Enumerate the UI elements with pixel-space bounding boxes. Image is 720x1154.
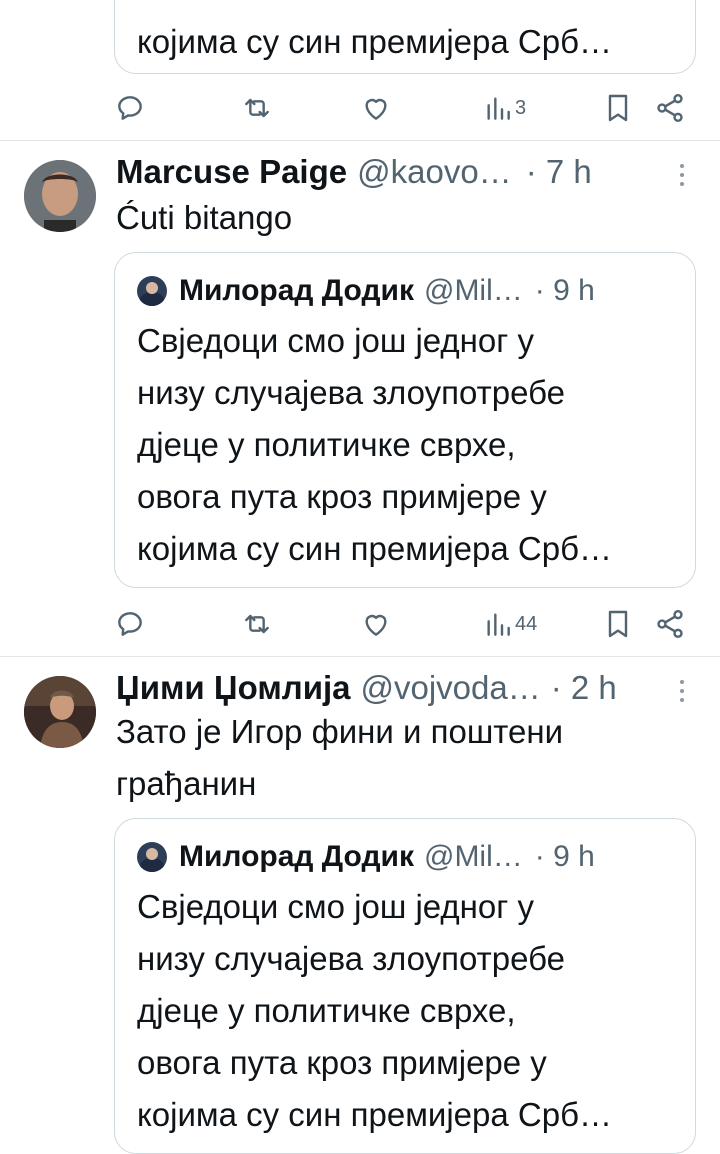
views-count: 44 xyxy=(515,612,538,635)
tweet-divider xyxy=(0,140,720,141)
quoted-tweet-card[interactable]: којима су син премијера Срб… xyxy=(114,0,696,74)
reply-icon xyxy=(118,612,142,636)
quoted-tweet-header: Милорад Додик @Mil… · 9 h xyxy=(137,271,595,311)
views-icon xyxy=(487,613,510,636)
quoted-tweet-text-line: којима су син премијера Срб… xyxy=(137,23,612,60)
quoted-tweet-text-line: дјеце у политичке сврхе, xyxy=(137,992,516,1029)
share-icon xyxy=(657,94,683,122)
quoted-tweet-card[interactable]: Милорад Додик @Mil… · 9 h Свједоци смо ј… xyxy=(114,252,696,588)
quoted-avatar xyxy=(137,842,167,872)
views-button[interactable]: 44 xyxy=(484,606,537,642)
reply-button[interactable] xyxy=(114,90,146,126)
repost-icon xyxy=(245,614,269,634)
quoted-tweet-text-line: овога пута кроз примјере у xyxy=(137,478,547,515)
views-count: 3 xyxy=(515,96,527,119)
quoted-tweet-text-line: дјеце у политичке сврхе, xyxy=(137,426,516,463)
author-name[interactable]: Marcuse Paige xyxy=(116,153,347,191)
tweet-divider xyxy=(0,656,720,657)
avatar-photo xyxy=(24,160,96,232)
quoted-tweet-text-line: којима су син премијера Срб… xyxy=(137,1096,612,1133)
tweet-timestamp[interactable]: · 7 h xyxy=(526,153,592,191)
share-button[interactable] xyxy=(654,606,686,642)
quoted-tweet-text-line: низу случајева злоупотребе xyxy=(137,374,565,411)
quoted-author-name: Милорад Додик xyxy=(179,840,414,873)
bookmark-button[interactable] xyxy=(604,90,632,126)
author-name[interactable]: Џими Џомлија xyxy=(116,669,351,707)
avatar-photo xyxy=(24,676,96,748)
repost-icon xyxy=(245,98,269,118)
like-icon xyxy=(365,98,387,120)
quoted-author-handle: @Mil… xyxy=(423,274,523,307)
more-icon[interactable] xyxy=(676,160,688,190)
quoted-author-name: Милорад Додик xyxy=(179,274,414,307)
quoted-tweet-text-line: овога пута кроз примјере у xyxy=(137,1044,547,1081)
views-button[interactable]: 3 xyxy=(484,90,526,126)
repost-button[interactable] xyxy=(240,606,274,642)
like-icon xyxy=(365,614,387,636)
reply-icon xyxy=(118,96,142,120)
views-icon xyxy=(487,97,510,120)
quoted-author-handle: @Mil… xyxy=(423,840,523,873)
quoted-tweet-card[interactable]: Милорад Додик @Mil… · 9 h Свједоци смо ј… xyxy=(114,818,696,1154)
bookmark-button[interactable] xyxy=(604,606,632,642)
like-button[interactable] xyxy=(360,606,392,642)
share-button[interactable] xyxy=(654,90,686,126)
avatar[interactable] xyxy=(24,160,96,232)
tweet-text: Ćuti bitango xyxy=(116,199,293,236)
quoted-tweet-text-line: Свједоци смо још једног у xyxy=(137,322,534,359)
quoted-tweet-header: Милорад Додик @Mil… · 9 h xyxy=(137,837,595,877)
tweet-timestamp[interactable]: · 2 h xyxy=(551,669,617,707)
quoted-tweet-text-line: низу случајева злоупотребе xyxy=(137,940,565,977)
quoted-tweet-text-line: којима су син премијера Срб… xyxy=(137,530,612,567)
quoted-timestamp: · 9 h xyxy=(534,840,595,873)
share-icon xyxy=(657,610,683,638)
more-icon[interactable] xyxy=(676,676,688,706)
repost-button[interactable] xyxy=(240,90,274,126)
tweet-text-line: Зато је Игор фини и поштени xyxy=(116,713,564,750)
tweet-author-row: Marcuse Paige @kaovo… · 7 h xyxy=(116,150,592,194)
author-handle[interactable]: @kaovo… xyxy=(357,153,512,191)
bookmark-icon xyxy=(608,610,628,638)
like-button[interactable] xyxy=(360,90,392,126)
avatar[interactable] xyxy=(24,676,96,748)
tweet-author-row: Џими Џомлија @vojvoda… · 2 h xyxy=(116,666,617,710)
author-handle[interactable]: @vojvoda… xyxy=(361,669,541,707)
tweet-text-line: грађанин xyxy=(116,765,257,802)
reply-button[interactable] xyxy=(114,606,146,642)
quoted-timestamp: · 9 h xyxy=(534,274,595,307)
quoted-avatar xyxy=(137,276,167,306)
bookmark-icon xyxy=(608,94,628,122)
quoted-tweet-text-line: Свједоци смо још једног у xyxy=(137,888,534,925)
